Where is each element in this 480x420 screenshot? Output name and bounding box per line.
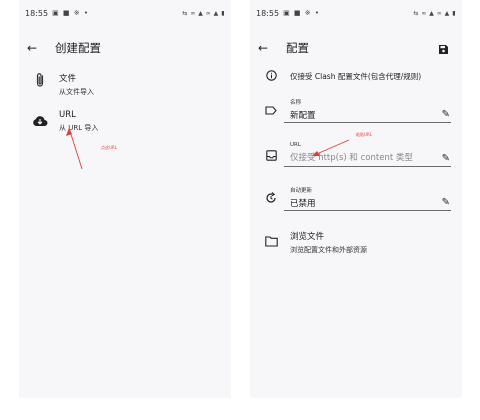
annotation-text: 点这URL [101,145,117,150]
annotation-arrow [66,127,83,170]
left-screen: 18:55 ▣ ■ ※ • ⇆ ∞ ▲ ∞ ▲ ▮ ← 创建配置 文件 从文件导… [19,0,231,398]
annotation-arrow [311,139,350,157]
right-screen: 18:55 ▣ ■ ※ • ⇆ ∞ ▲ ∞ ▲ ▮ ← 配置 仅接受 Clash… [250,0,462,398]
annotation-text: 粘贴URL [356,132,372,137]
